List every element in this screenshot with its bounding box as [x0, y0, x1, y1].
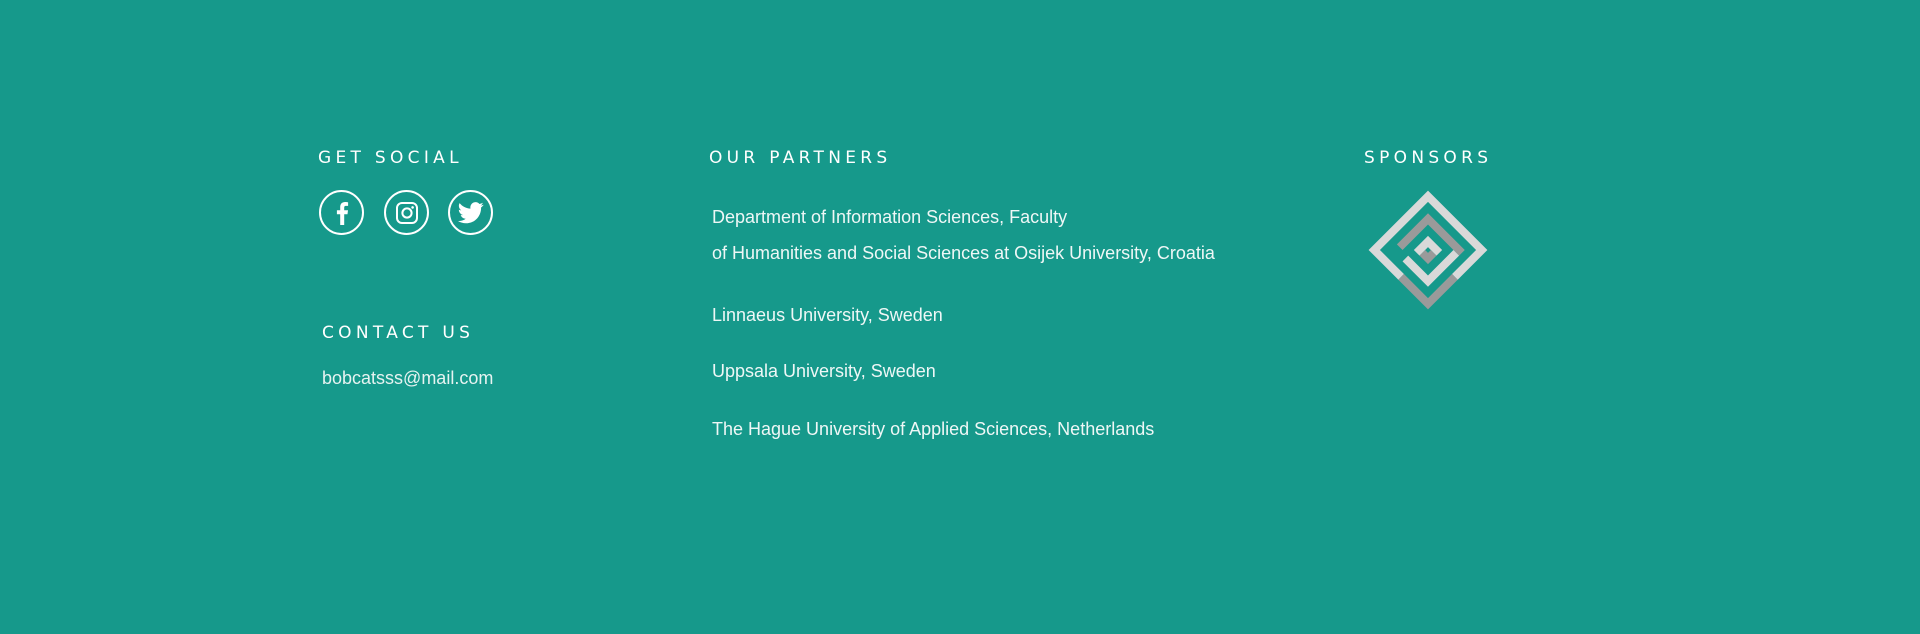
get-social-heading: GET SOCIAL — [318, 148, 463, 168]
partner-item: of Humanities and Social Sciences at Osi… — [712, 243, 1215, 263]
twitter-icon — [457, 201, 484, 223]
twitter-link[interactable] — [448, 190, 493, 235]
sponsors-heading: SPONSORS — [1364, 148, 1493, 168]
maze-diamond-logo[interactable] — [1364, 186, 1492, 314]
social-links — [319, 190, 493, 235]
partner-item: Department of Information Sciences, Facu… — [712, 207, 1068, 227]
contact-email-link[interactable]: bobcatsss@mail.com — [322, 368, 493, 389]
contact-us-heading: CONTACT US — [322, 323, 475, 343]
partner-item: Uppsala University, Sweden — [712, 361, 936, 381]
partner-item: The Hague University of Applied Sciences… — [712, 419, 1155, 439]
our-partners-heading: OUR PARTNERS — [709, 148, 892, 168]
facebook-icon — [336, 201, 348, 225]
partner-item: Linnaeus University, Sweden — [712, 305, 943, 325]
site-footer: GET SOCIAL CONTACT US bobcatsss@mail.com… — [0, 0, 1920, 634]
instagram-link[interactable] — [384, 190, 429, 235]
facebook-link[interactable] — [319, 190, 364, 235]
instagram-icon — [395, 201, 418, 224]
